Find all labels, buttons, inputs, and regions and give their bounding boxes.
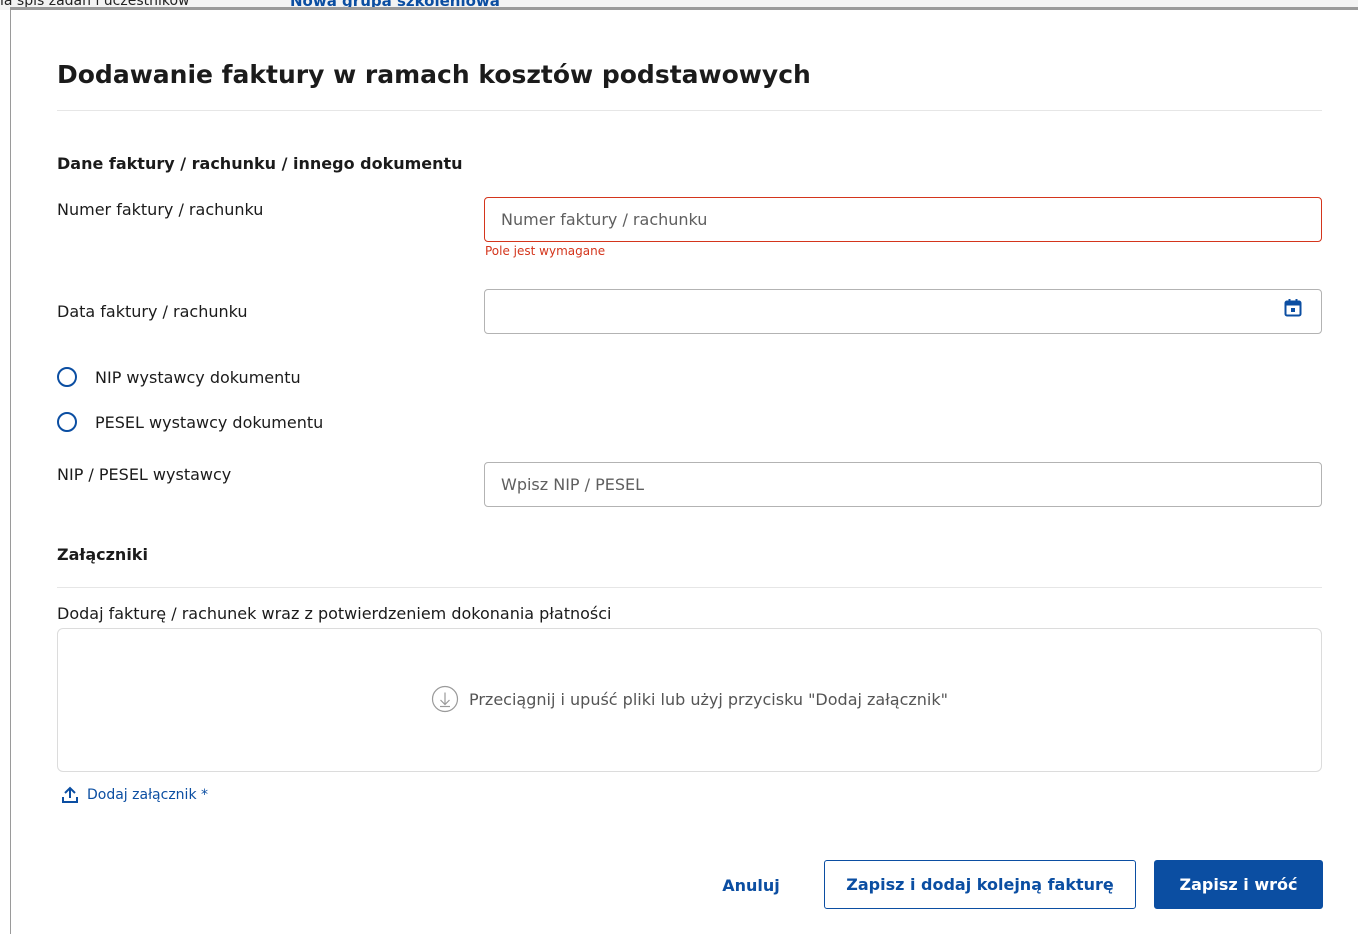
radio-pesel[interactable]: PESEL wystawcy dokumentu xyxy=(57,410,323,434)
radio-nip-circle[interactable] xyxy=(57,367,77,387)
modal-title: Dodawanie faktury w ramach kosztów podst… xyxy=(57,60,811,89)
cancel-button[interactable]: Anuluj xyxy=(709,861,793,909)
invoice-number-error: Pole jest wymagane xyxy=(485,244,606,258)
upload-icon xyxy=(61,786,79,804)
attachment-dropzone[interactable]: Przeciągnij i upuść pliki lub użyj przyc… xyxy=(57,628,1322,772)
issuer-id-label: NIP / PESEL wystawcy xyxy=(57,465,232,484)
issuer-id-input[interactable] xyxy=(484,462,1322,507)
radio-pesel-circle[interactable] xyxy=(57,412,77,432)
invoice-date-label: Data faktury / rachunku xyxy=(57,302,248,321)
invoice-number-input[interactable] xyxy=(484,197,1322,242)
invoice-section-title: Dane faktury / rachunku / innego dokumen… xyxy=(57,154,463,173)
calendar-icon[interactable] xyxy=(1283,298,1303,318)
save-and-return-button[interactable]: Zapisz i wróć xyxy=(1154,860,1323,909)
invoice-date-input[interactable] xyxy=(484,289,1322,334)
attachments-description: Dodaj fakturę / rachunek wraz z potwierd… xyxy=(57,604,612,623)
invoice-modal: Dodawanie faktury w ramach kosztów podst… xyxy=(10,7,1358,934)
attachments-divider xyxy=(57,587,1322,588)
save-and-add-next-button[interactable]: Zapisz i dodaj kolejną fakturę xyxy=(824,860,1136,909)
invoice-number-label: Numer faktury / rachunku xyxy=(57,200,264,219)
download-icon xyxy=(431,685,459,713)
add-attachment-label: Dodaj załącznik * xyxy=(87,787,209,803)
dropzone-text: Przeciągnij i upuść pliki lub użyj przyc… xyxy=(468,689,948,709)
radio-pesel-label: PESEL wystawcy dokumentu xyxy=(95,412,324,432)
title-divider xyxy=(57,110,1322,111)
attachments-section-title: Załączniki xyxy=(57,545,148,564)
radio-nip[interactable]: NIP wystawcy dokumentu xyxy=(57,365,301,389)
radio-nip-label: NIP wystawcy dokumentu xyxy=(95,367,301,387)
add-attachment-button[interactable]: Dodaj załącznik * xyxy=(61,786,208,804)
